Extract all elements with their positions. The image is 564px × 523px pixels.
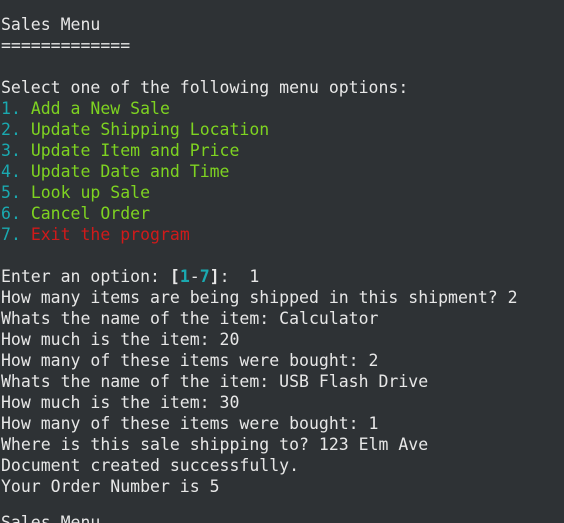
transcript-line: Whats the name of the item: Calculator — [1, 309, 379, 328]
option-number: 7 — [1, 225, 11, 244]
option-number: 2 — [1, 120, 11, 139]
transcript-line: How many of these items were bought: 2 — [1, 351, 379, 370]
menu-option-add-sale: 1. Add a New Sale — [1, 99, 170, 118]
menu-option-update-item: 3. Update Item and Price — [1, 141, 240, 160]
transcript-line: How much is the item: 20 — [1, 330, 240, 349]
option-label: Update Item and Price — [30, 141, 240, 160]
option-number: 3 — [1, 141, 11, 160]
success-message: Document created successfully. — [1, 456, 300, 475]
option-number: 4 — [1, 162, 11, 181]
menu-option-update-date: 4. Update Date and Time — [1, 162, 230, 181]
menu-option-exit: 7. Exit the program — [1, 225, 190, 244]
transcript-line: How many items are being shipped in this… — [1, 288, 518, 307]
option-label: Exit the program — [30, 225, 190, 244]
menu-title-underline: ============= — [1, 36, 131, 55]
option-input-line[interactable]: Enter an option: [1-7]: 1 — [1, 266, 259, 287]
option-label: Update Date and Time — [30, 162, 230, 181]
menu-prompt: Select one of the following menu options… — [1, 78, 409, 97]
terminal-window: Sales Menu ============= Select one of t… — [0, 0, 564, 523]
option-label: Add a New Sale — [30, 99, 170, 118]
option-number: 5 — [1, 183, 11, 202]
input-prompt: Enter an option: — [1, 267, 170, 286]
input-value: 1 — [249, 267, 260, 286]
transcript-line: Where is this sale shipping to? 123 Elm … — [1, 435, 429, 454]
option-label: Cancel Order — [30, 204, 151, 223]
option-number: 6 — [1, 204, 11, 223]
transcript-line: How many of these items were bought: 1 — [1, 414, 379, 433]
option-number: 1 — [1, 99, 11, 118]
option-label: Update Shipping Location — [30, 120, 270, 139]
transcript-line: Whats the name of the item: USB Flash Dr… — [1, 372, 429, 391]
order-number-line: Your Order Number is 5 — [1, 477, 220, 496]
transcript-line: How much is the item: 30 — [1, 393, 240, 412]
menu-option-update-shipping: 2. Update Shipping Location — [1, 120, 270, 139]
menu-option-look-up: 5. Look up Sale — [1, 183, 151, 202]
menu-title-repeat: Sales Menu — [1, 513, 101, 523]
menu-title: Sales Menu — [1, 15, 101, 34]
range-high: 7 — [199, 267, 210, 286]
menu-option-cancel: 6. Cancel Order — [1, 204, 151, 223]
option-label: Look up Sale — [30, 183, 151, 202]
range-low: 1 — [179, 267, 190, 286]
